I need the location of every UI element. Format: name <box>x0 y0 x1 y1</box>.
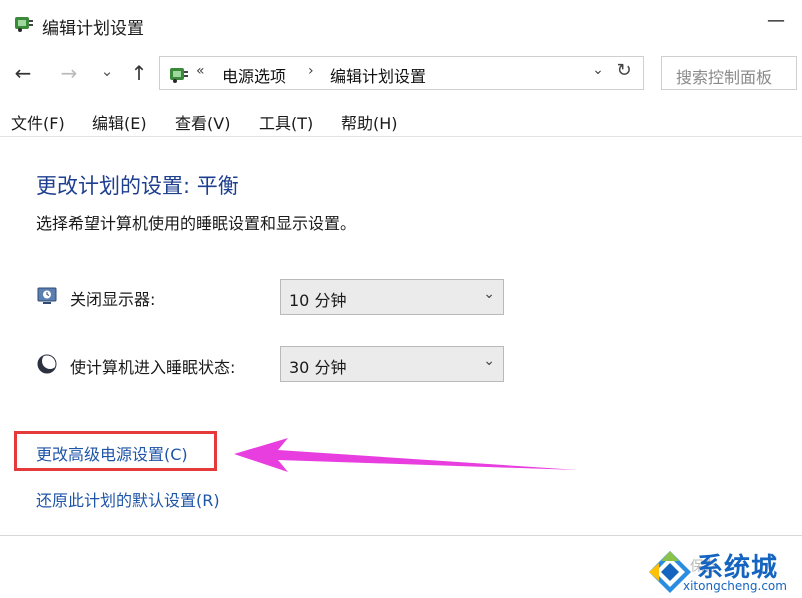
title-bar: 编辑计划设置 — <box>0 0 802 48</box>
menu-bar: 文件(F) 编辑(E) 查看(V) 工具(T) 帮助(H) <box>0 104 802 137</box>
display-off-select[interactable]: 10 分钟 ⌄ <box>280 279 504 315</box>
menu-help[interactable]: 帮助(H) <box>341 110 398 134</box>
breadcrumb-separator-icon[interactable]: › <box>308 63 314 79</box>
refresh-icon[interactable]: ↻ <box>612 60 636 81</box>
watermark-url: xitongcheng.com <box>683 579 787 593</box>
footer-divider <box>0 535 802 536</box>
sleep-value: 30 分钟 <box>289 358 347 377</box>
advanced-power-settings-link[interactable]: 更改高级电源设置(C) <box>36 441 188 465</box>
power-options-icon <box>15 17 33 32</box>
page-description: 选择希望计算机使用的睡眠设置和显示设置。 <box>36 214 357 233</box>
menu-file[interactable]: 文件(F) <box>11 110 65 134</box>
address-bar[interactable]: « 电源选项 › 编辑计划设置 ⌄ ↻ <box>159 56 644 90</box>
watermark: 系统城 xitongcheng.com <box>645 545 802 598</box>
breadcrumb-overflow-icon[interactable]: « <box>196 63 205 79</box>
forward-button[interactable]: → <box>58 62 80 84</box>
annotation-arrow <box>234 438 578 472</box>
up-button[interactable]: ↑ <box>128 62 150 84</box>
sleep-select[interactable]: 30 分钟 ⌄ <box>280 346 504 382</box>
restore-defaults-link[interactable]: 还原此计划的默认设置(R) <box>36 487 220 511</box>
display-off-label: 关闭显示器: <box>70 290 156 309</box>
monitor-icon <box>37 287 57 304</box>
chevron-down-icon: ⌄ <box>483 286 495 302</box>
back-button[interactable]: ← <box>12 62 34 84</box>
power-options-icon <box>170 68 188 83</box>
chevron-down-icon: ⌄ <box>483 353 495 369</box>
page-title: 更改计划的设置: 平衡 <box>36 174 239 198</box>
menu-view[interactable]: 查看(V) <box>175 110 230 134</box>
display-off-value: 10 分钟 <box>289 291 347 310</box>
search-placeholder: 搜索控制面板 <box>676 68 773 87</box>
menu-tools[interactable]: 工具(T) <box>259 110 313 134</box>
menu-edit[interactable]: 编辑(E) <box>92 110 147 134</box>
breadcrumb-item-edit-plan[interactable]: 编辑计划设置 <box>330 63 426 87</box>
breadcrumb-item-power-options[interactable]: 电源选项 <box>222 63 286 87</box>
window-title: 编辑计划设置 <box>42 19 144 39</box>
moon-icon <box>37 353 58 374</box>
address-dropdown-icon[interactable]: ⌄ <box>588 62 608 78</box>
sleep-label: 使计算机进入睡眠状态: <box>70 358 236 377</box>
minimize-button[interactable]: — <box>766 10 786 38</box>
recent-locations-button[interactable]: ⌄ <box>96 60 118 82</box>
search-box[interactable]: 搜索控制面板 <box>661 56 797 90</box>
